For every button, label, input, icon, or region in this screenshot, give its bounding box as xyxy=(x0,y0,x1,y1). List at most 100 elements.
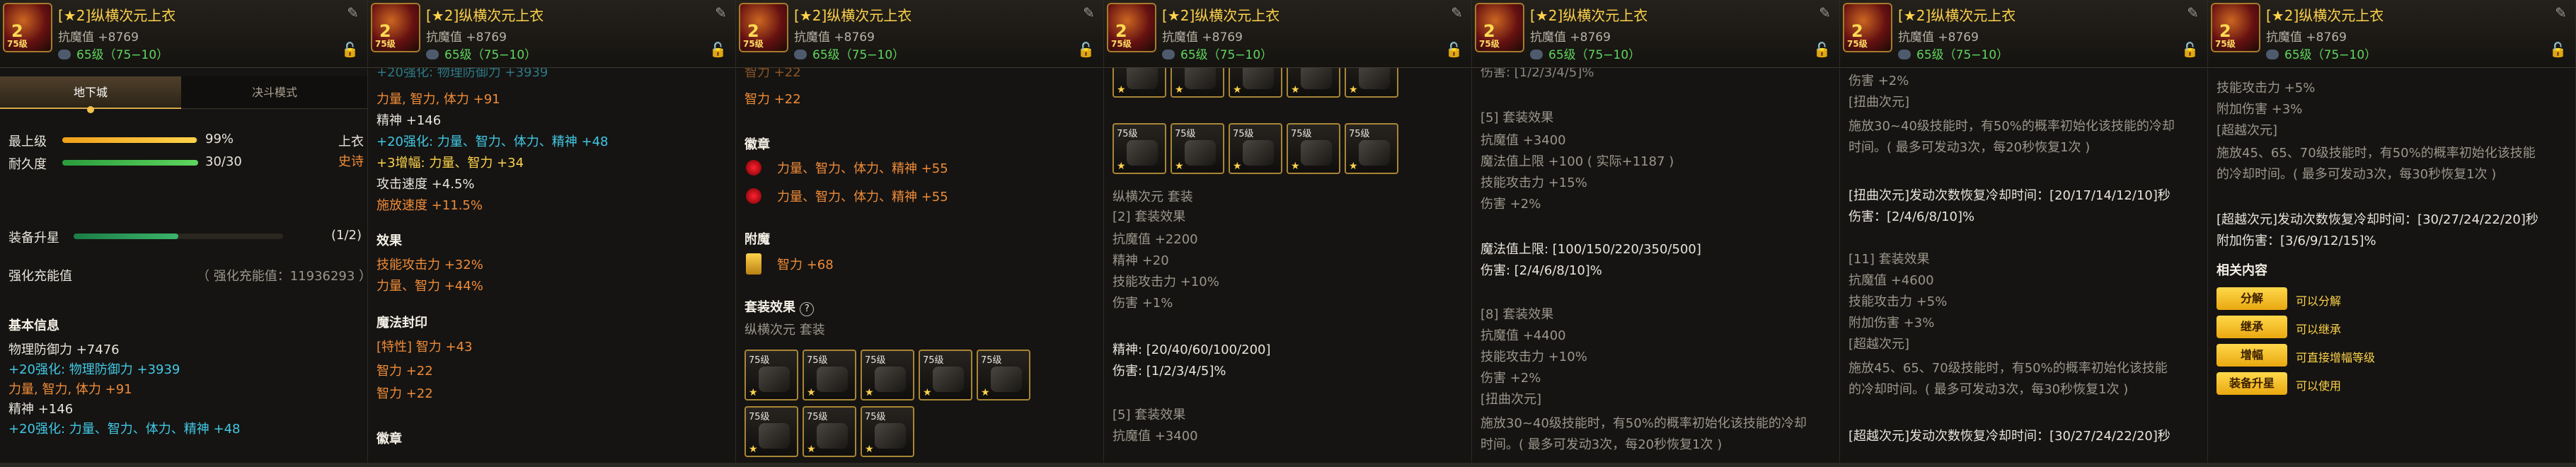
lock-icon[interactable]: 🔓 xyxy=(2549,41,2567,58)
edit-icon[interactable]: ✎ xyxy=(1451,4,1463,21)
set-5-title: [5] 套装效果 xyxy=(1480,110,1554,125)
set-item-slot[interactable]: 75级★ xyxy=(1171,68,1224,98)
star-icon: ★ xyxy=(1233,84,1242,96)
twist-damage: 伤害：[2/4/6/8/10]% xyxy=(1848,209,1975,224)
set-item-slot[interactable]: 75级★ xyxy=(1345,68,1398,98)
spirit-line: 精神 +146 xyxy=(8,402,74,417)
item-icon-level: 75级 xyxy=(1847,39,1868,49)
item-tooltip-header: 2 75级 [★2]纵横次元上衣 抗魔值 +8769 65级（75−10） ✎ … xyxy=(368,0,735,68)
armor-icon xyxy=(875,367,906,392)
slot-level-tag: 75级 xyxy=(1291,129,1312,139)
slot-level-tag: 75级 xyxy=(865,355,886,366)
star-icon: ★ xyxy=(1291,161,1300,172)
upgrade-star-link[interactable]: 可以使用 xyxy=(2296,376,2341,393)
set-item-slot[interactable]: 75级★ xyxy=(1112,68,1166,98)
tooltip-body: 技能攻击力 +5% 附加伤害 +3% [超越次元] 施放45、65、70级技能时… xyxy=(2208,68,2575,467)
set-item-slot[interactable]: 75级★ xyxy=(977,350,1030,400)
lock-icon[interactable]: 🔓 xyxy=(2181,41,2199,58)
spirit-line: 精神 +146 xyxy=(376,113,442,128)
amplify-button[interactable]: 增幅 xyxy=(2216,344,2287,367)
item-icon-level: 75级 xyxy=(743,39,764,49)
star-icon: ★ xyxy=(749,387,758,398)
set-item-slot[interactable]: 75级★ xyxy=(744,350,798,400)
edit-icon[interactable]: ✎ xyxy=(1819,4,1831,21)
set-item-slot[interactable]: 75级★ xyxy=(1112,123,1166,174)
extra-damage: 附加伤害 +3% xyxy=(1848,316,1935,330)
star-icon: ★ xyxy=(865,387,874,398)
durability-bar xyxy=(62,160,198,166)
item-icon: 2 75级 xyxy=(2211,3,2260,52)
armor-icon xyxy=(1185,140,1216,166)
slot-level-tag: 75级 xyxy=(1233,129,1254,139)
lock-icon[interactable]: 🔓 xyxy=(1077,41,1095,58)
set-2-title: [2] 套装效果 xyxy=(1112,209,1186,224)
help-icon[interactable]: ? xyxy=(800,302,815,316)
star-icon: ★ xyxy=(1233,161,1242,172)
tab-duel[interactable]: 决斗模式 xyxy=(181,76,367,109)
item-level: 65级（75−10） xyxy=(1898,45,2008,62)
lock-icon[interactable]: 🔓 xyxy=(1813,41,1831,58)
item-level-text: 65级（75−10） xyxy=(2284,48,2377,62)
item-power: 抗魔值 +8769 xyxy=(58,30,139,45)
set-item-slot[interactable]: 75级 ★ xyxy=(861,350,914,400)
edit-icon[interactable]: ✎ xyxy=(715,4,727,21)
enchant-card-icon xyxy=(746,253,761,275)
set-item-slot[interactable]: 75级 ★ xyxy=(1229,123,1282,174)
star-icon: ★ xyxy=(1117,161,1126,172)
inherit-button[interactable]: 继承 xyxy=(2216,316,2287,338)
emblem-title: 徽章 xyxy=(376,432,402,446)
item-level: 65级（75−10） xyxy=(1162,45,1272,62)
red-emblem-icon xyxy=(746,188,761,204)
edit-icon[interactable]: ✎ xyxy=(2187,4,2199,21)
edit-icon[interactable]: ✎ xyxy=(347,4,359,21)
item-power: 抗魔值 +8769 xyxy=(1162,30,1243,45)
item-tooltip-header: 2 75级 [★2]纵横次元上衣 抗魔值 +8769 65级（75−10） ✎ … xyxy=(1472,0,1839,68)
upgrade-count: (1/2) xyxy=(331,228,362,243)
set-item-slot[interactable]: 75级 ★ xyxy=(1287,123,1340,174)
star-icon: ★ xyxy=(1117,84,1126,96)
set-item-slot[interactable]: 75级★ xyxy=(803,406,856,457)
edit-icon[interactable]: ✎ xyxy=(1083,4,1095,21)
set-item-slot[interactable]: 75级★ xyxy=(861,406,914,457)
set-item-slot[interactable]: 75级★ xyxy=(1287,68,1340,98)
set-item-slot[interactable]: 75级★ xyxy=(1345,123,1398,174)
tooltip-body: 地下城 决斗模式 最上级 99% 上衣 耐久度 30/30 史诗 装备升星 (1… xyxy=(0,68,367,467)
tab-dungeon[interactable]: 地下城 xyxy=(0,76,181,113)
item-level-text: 65级（75−10） xyxy=(812,48,905,62)
damage-line: 伤害 +2% xyxy=(1848,74,1909,88)
lock-icon[interactable]: 🔓 xyxy=(709,41,727,58)
amplify-link[interactable]: 可直接增幅等级 xyxy=(2296,348,2375,365)
damage-line: 伤害 +1% xyxy=(1112,296,1173,311)
upgrade-star-button[interactable]: 装备升星 xyxy=(2216,372,2287,395)
over-desc-1: 施放45、65、70级技能时，有50%的概率初始化该技能 xyxy=(1848,361,2168,376)
item-power: 抗魔值 +8769 xyxy=(1530,30,1611,45)
star-icon: ★ xyxy=(749,444,758,455)
inherit-link[interactable]: 可以继承 xyxy=(2296,320,2341,337)
edit-icon[interactable]: ✎ xyxy=(2555,4,2567,21)
armor-icon xyxy=(991,367,1022,392)
tooltip-body: +20强化: 物理防御力 +3939 力量, 智力, 体力 +91 精神 +14… xyxy=(368,68,735,467)
star-icon: ★ xyxy=(1349,161,1358,172)
set-item-slot[interactable]: 75级★ xyxy=(803,350,856,400)
set-effect-label: 套装效果 xyxy=(744,300,795,315)
taskbar-strip xyxy=(736,463,1103,467)
disassemble-button[interactable]: 分解 xyxy=(2216,287,2287,310)
disassemble-link[interactable]: 可以分解 xyxy=(2296,292,2341,309)
level-orb-icon xyxy=(58,50,71,59)
item-icon-level: 75级 xyxy=(2215,39,2236,49)
slot-level-tag: 75级 xyxy=(981,355,1002,366)
item-level-text: 65级（75−10） xyxy=(444,48,537,62)
mode-tabs: 地下城 决斗模式 xyxy=(0,76,367,113)
slot-level-tag: 75级 xyxy=(807,412,828,422)
set-item-slot[interactable]: 75级★ xyxy=(919,350,972,400)
lock-icon[interactable]: 🔓 xyxy=(341,41,359,58)
item-level: 65级（75−10） xyxy=(1530,45,1640,62)
item-icon-level: 75级 xyxy=(1479,39,1500,49)
set-item-slot[interactable]: 75级★ xyxy=(1171,123,1224,174)
set-item-slot[interactable]: 75级★ xyxy=(744,406,798,457)
set-item-slot[interactable]: 75级★ xyxy=(1229,68,1282,98)
armor-icon xyxy=(875,423,906,449)
related-title: 相关内容 xyxy=(2216,263,2267,278)
lock-icon[interactable]: 🔓 xyxy=(1445,41,1463,58)
set-name: 纵横次元 套装 xyxy=(744,323,825,338)
